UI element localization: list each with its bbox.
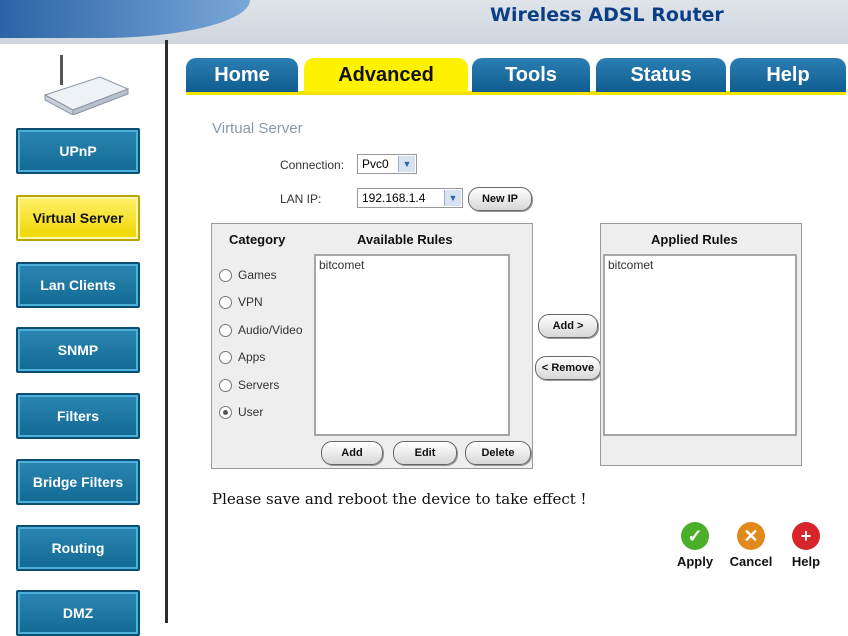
reboot-notice: Please save and reboot the device to tak… xyxy=(212,490,587,508)
top-tabs: Home Advanced Tools Status Help xyxy=(186,58,846,95)
plus-help-icon: + xyxy=(792,522,820,550)
cancel-label: Cancel xyxy=(729,554,773,569)
sidebar-divider xyxy=(165,40,168,623)
radio-button[interactable] xyxy=(219,295,232,309)
lan-ip-label: LAN IP: xyxy=(280,192,322,206)
check-icon: ✓ xyxy=(681,522,709,550)
tab-tools[interactable]: Tools xyxy=(472,58,590,92)
category-label: User xyxy=(238,405,264,419)
category-user[interactable]: User xyxy=(219,402,263,422)
category-label: VPN xyxy=(238,295,263,309)
category-label: Audio/Video xyxy=(238,323,303,337)
edit-rule-button[interactable]: Edit xyxy=(393,441,457,465)
radio-button[interactable] xyxy=(219,323,232,337)
category-label: Games xyxy=(238,268,277,282)
available-rules-list[interactable]: bitcomet xyxy=(314,254,510,436)
connection-label: Connection: xyxy=(280,158,345,172)
tab-advanced[interactable]: Advanced xyxy=(304,58,468,92)
tab-help[interactable]: Help xyxy=(730,58,846,92)
cancel-icon: ✕ xyxy=(737,522,765,550)
category-header: Category xyxy=(229,232,286,247)
sidebar-item-routing[interactable]: Routing xyxy=(16,525,140,571)
chevron-down-icon: ▼ xyxy=(444,190,461,206)
applied-rules-header: Applied Rules xyxy=(651,232,738,247)
section-title: Virtual Server xyxy=(212,120,303,137)
applied-rules-list[interactable]: bitcomet xyxy=(603,254,797,436)
list-item[interactable]: bitcomet xyxy=(605,256,795,274)
lan-ip-value: 192.168.1.4 xyxy=(362,191,426,205)
category-audio-video[interactable]: Audio/Video xyxy=(219,320,303,340)
product-title: Wireless ADSL Router xyxy=(490,4,724,26)
category-label: Servers xyxy=(238,378,280,392)
apply-button[interactable]: ✓ Apply xyxy=(665,522,725,569)
sidebar-item-virtual-server[interactable]: Virtual Server xyxy=(16,195,140,241)
sidebar-item-lan-clients[interactable]: Lan Clients xyxy=(16,262,140,308)
add-to-applied-button[interactable]: Add > xyxy=(538,314,598,338)
radio-button[interactable] xyxy=(219,405,232,419)
radio-button[interactable] xyxy=(219,378,232,392)
available-rules-header: Available Rules xyxy=(357,232,453,247)
connection-value: Pvc0 xyxy=(362,157,389,171)
page-header: Wireless ADSL Router xyxy=(0,0,848,44)
help-label: Help xyxy=(791,554,821,569)
tab-home[interactable]: Home xyxy=(186,58,298,92)
sidebar-item-snmp[interactable]: SNMP xyxy=(16,327,140,373)
chevron-down-icon: ▼ xyxy=(398,156,415,172)
category-apps[interactable]: Apps xyxy=(219,347,265,367)
remove-from-applied-button[interactable]: < Remove xyxy=(535,356,601,380)
new-ip-button[interactable]: New IP xyxy=(468,187,532,211)
category-label: Apps xyxy=(238,350,266,364)
header-swoosh xyxy=(0,0,250,38)
radio-button[interactable] xyxy=(219,268,232,282)
sidebar-item-filters[interactable]: Filters xyxy=(16,393,140,439)
router-icon xyxy=(43,55,130,115)
apply-label: Apply xyxy=(676,554,714,569)
radio-button[interactable] xyxy=(219,350,232,364)
lan-ip-select[interactable]: 192.168.1.4 ▼ xyxy=(357,188,463,208)
connection-select[interactable]: Pvc0 ▼ xyxy=(357,154,417,174)
sidebar-item-bridge-filters[interactable]: Bridge Filters xyxy=(16,459,140,505)
tab-status[interactable]: Status xyxy=(596,58,726,92)
category-vpn[interactable]: VPN xyxy=(219,292,263,312)
sidebar-item-dmz[interactable]: DMZ xyxy=(16,590,140,636)
list-item[interactable]: bitcomet xyxy=(316,256,508,274)
cancel-button[interactable]: ✕ Cancel xyxy=(721,522,781,569)
category-servers[interactable]: Servers xyxy=(219,375,279,395)
sidebar-item-upnp[interactable]: UPnP xyxy=(16,128,140,174)
delete-rule-button[interactable]: Delete xyxy=(465,441,531,465)
add-rule-button[interactable]: Add xyxy=(321,441,383,465)
category-games[interactable]: Games xyxy=(219,265,277,285)
help-button[interactable]: + Help xyxy=(776,522,836,569)
